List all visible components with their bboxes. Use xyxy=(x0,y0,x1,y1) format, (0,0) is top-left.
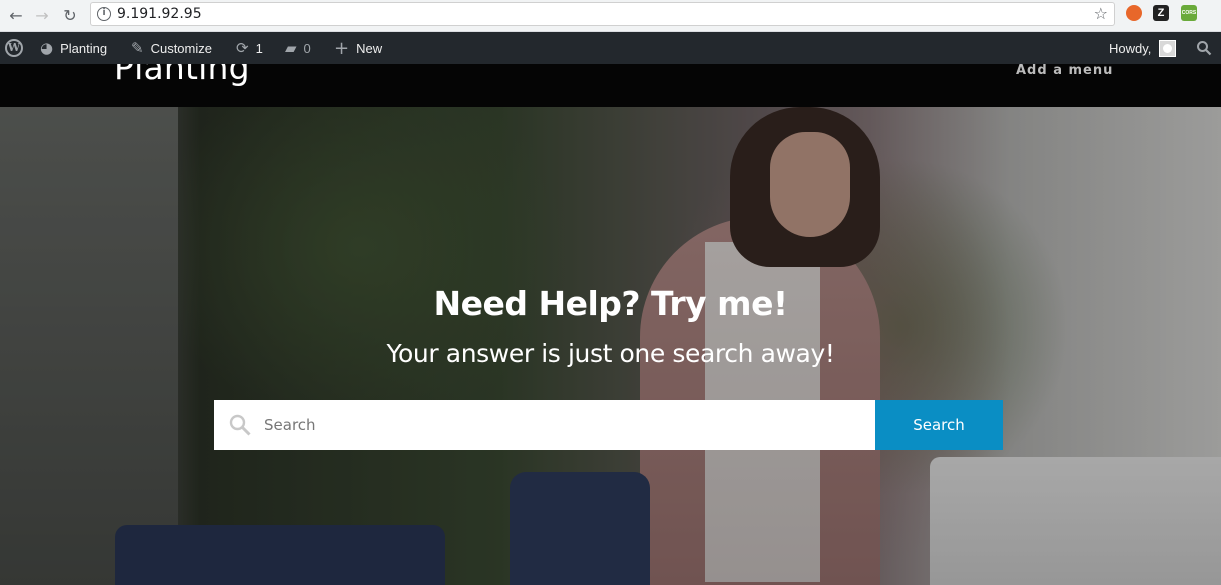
reload-icon[interactable]: ↻ xyxy=(58,3,82,27)
search-input[interactable] xyxy=(264,400,864,450)
updates-button[interactable]: ⟳ 1 xyxy=(236,32,263,64)
site-header: Planting Add a menu xyxy=(0,64,1221,107)
admin-search-button[interactable] xyxy=(1196,32,1212,64)
howdy-label: Howdy, xyxy=(1109,40,1152,56)
add-menu-link[interactable]: Add a menu xyxy=(1016,64,1113,78)
site-title[interactable]: Planting xyxy=(114,64,250,87)
account-menu[interactable]: Howdy, xyxy=(1109,32,1177,64)
hero-title: Need Help? Try me! xyxy=(433,284,788,323)
address-bar[interactable]: i 9.191.92.95 ☆ xyxy=(90,2,1115,26)
plus-icon: + xyxy=(334,37,350,59)
address-url[interactable]: 9.191.92.95 xyxy=(117,6,202,22)
search-icon xyxy=(229,414,251,436)
hero-section: Need Help? Try me! Your answer is just o… xyxy=(0,107,1221,585)
wordpress-icon: W xyxy=(5,39,23,57)
new-label: New xyxy=(356,40,383,56)
site-info-icon[interactable]: i xyxy=(97,7,111,21)
updates-count: 1 xyxy=(255,40,263,56)
browser-toolbar: ← → ↻ i 9.191.92.95 ☆ Z CORS xyxy=(0,0,1221,32)
wordpress-logo-button[interactable]: W xyxy=(5,32,23,64)
customize-label: Customize xyxy=(150,40,212,56)
updates-icon: ⟳ xyxy=(236,39,249,57)
avatar xyxy=(1159,39,1177,57)
customize-button[interactable]: ✎ Customize xyxy=(131,32,212,64)
forward-icon[interactable]: → xyxy=(30,3,54,27)
zotero-extension-icon[interactable]: Z xyxy=(1153,5,1169,21)
comments-button[interactable]: ▰ 0 xyxy=(285,32,311,64)
search-form: Search xyxy=(214,400,1003,450)
search-button[interactable]: Search xyxy=(875,400,1003,450)
new-content-button[interactable]: + New xyxy=(334,32,382,64)
dashboard-icon: ◕ xyxy=(40,39,54,57)
wp-admin-bar: W ◕ Planting ✎ Customize ⟳ 1 ▰ 0 + New H… xyxy=(0,32,1221,64)
comments-count: 0 xyxy=(303,40,311,56)
cors-extension-icon[interactable]: CORS xyxy=(1181,5,1197,21)
paintbrush-icon: ✎ xyxy=(131,39,144,57)
search-field[interactable] xyxy=(214,400,875,450)
site-name-menu[interactable]: ◕ Planting xyxy=(40,32,107,64)
search-icon xyxy=(1197,41,1212,56)
site-name-label: Planting xyxy=(60,40,108,56)
hero-subtitle: Your answer is just one search away! xyxy=(386,339,835,368)
back-icon[interactable]: ← xyxy=(4,3,28,27)
ublock-extension-icon[interactable] xyxy=(1126,5,1142,21)
bookmark-star-icon[interactable]: ☆ xyxy=(1094,4,1108,23)
comment-icon: ▰ xyxy=(285,39,297,57)
